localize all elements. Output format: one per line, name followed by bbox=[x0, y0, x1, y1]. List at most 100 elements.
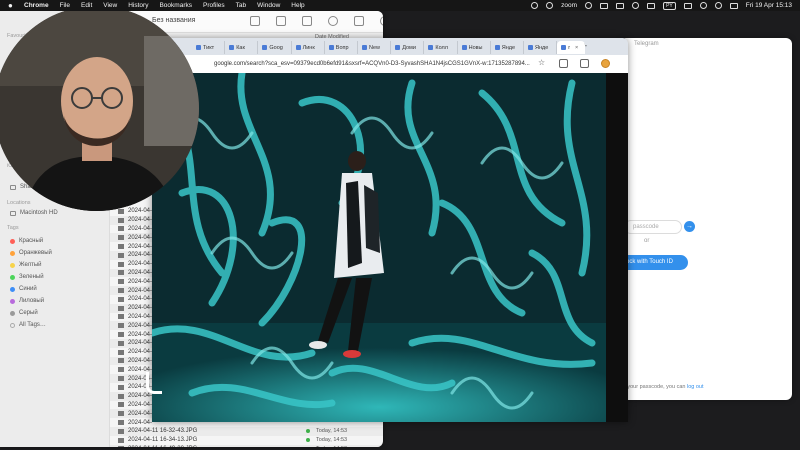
clock[interactable]: Fri 19 Apr 15:13 bbox=[746, 2, 792, 9]
menu-bookmarks[interactable]: Bookmarks bbox=[159, 2, 192, 9]
telegram-window: Telegram passcode → or ock with Touch ID… bbox=[620, 38, 792, 400]
browser-tab[interactable]: Линк bbox=[292, 41, 325, 54]
tab-favicon-icon bbox=[328, 45, 334, 50]
file-name: 2024-04-11 16-34-13.JPG bbox=[128, 437, 198, 444]
tab-label: Линк bbox=[302, 44, 315, 51]
tag-label: Синий bbox=[19, 286, 37, 292]
image-thumbnail-icon bbox=[118, 358, 124, 364]
image-thumbnail-icon bbox=[118, 270, 124, 276]
tag-icon[interactable] bbox=[302, 16, 312, 26]
battery-icon[interactable] bbox=[647, 2, 656, 9]
sidebar-tag-item[interactable]: Красный bbox=[10, 238, 43, 244]
image-thumbnail-icon bbox=[118, 376, 124, 382]
sidebar-tag-item[interactable]: Зеленый bbox=[10, 274, 44, 280]
touch-id-button[interactable]: ock with Touch ID bbox=[620, 255, 688, 270]
image-thumbnail-icon bbox=[118, 393, 124, 399]
file-name: 2024-04- bbox=[128, 313, 153, 320]
file-name: 2024-04- bbox=[128, 340, 153, 347]
file-name: 2024-04- bbox=[128, 349, 153, 356]
menu-history[interactable]: History bbox=[128, 2, 148, 9]
window-icon[interactable] bbox=[600, 2, 609, 9]
browser-tab[interactable]: Новы bbox=[458, 41, 491, 54]
cloud-icon[interactable] bbox=[585, 2, 593, 9]
profile-avatar[interactable] bbox=[601, 59, 610, 68]
logout-link[interactable]: log out bbox=[687, 384, 704, 390]
tab-label: Новы bbox=[468, 44, 483, 51]
tab-label: Тикт bbox=[203, 44, 215, 51]
settings-icon[interactable] bbox=[632, 2, 640, 9]
record-icon[interactable] bbox=[531, 2, 539, 9]
browser-tab[interactable]: Как bbox=[225, 41, 259, 54]
control-center-icon[interactable] bbox=[729, 2, 738, 9]
tag-label: Оранжевый bbox=[19, 250, 52, 256]
menu-help[interactable]: Help bbox=[291, 2, 304, 9]
wifi-icon[interactable] bbox=[699, 2, 707, 9]
tab-strip: + ТиктКакGoogЛинкВопрNewДомиКоллНовыЯнде… bbox=[152, 38, 628, 55]
file-name: 2024-04- bbox=[128, 322, 153, 329]
file-name: 2024-04- bbox=[128, 410, 153, 417]
file-row[interactable]: 2024-04-11 16-32-43.JPG Today, 14:53 bbox=[110, 426, 383, 436]
sidebar-tag-item[interactable]: Серый bbox=[10, 310, 38, 316]
search-icon[interactable] bbox=[714, 2, 722, 9]
browser-tab[interactable]: New bbox=[358, 41, 392, 54]
dropbox-icon[interactable] bbox=[354, 16, 364, 26]
menu-tab[interactable]: Tab bbox=[236, 2, 246, 9]
download-icon[interactable] bbox=[580, 59, 589, 68]
sidebar-item-macintosh-hd[interactable]: Macintosh HD bbox=[10, 210, 58, 216]
submit-passcode-button[interactable]: → bbox=[684, 221, 695, 232]
browser-tab[interactable]: Доми bbox=[391, 41, 425, 54]
browser-tab[interactable]: Колл bbox=[424, 41, 458, 54]
close-tab-icon[interactable]: × bbox=[575, 45, 578, 51]
sidebar-tag-item[interactable]: Лиловый bbox=[10, 298, 44, 304]
menu-app[interactable]: Chrome bbox=[24, 2, 49, 9]
address-bar-row: google.com/search?sca_esv=09379ecd0b6efd… bbox=[152, 55, 628, 73]
image-thumbnail-icon bbox=[118, 305, 124, 311]
tab-label: Вопр bbox=[335, 44, 349, 51]
stop-icon[interactable] bbox=[616, 2, 625, 9]
browser-tab[interactable]: Янде bbox=[524, 41, 558, 54]
synced-icon bbox=[306, 437, 310, 442]
view-grid-icon[interactable] bbox=[250, 16, 260, 26]
browser-tab[interactable]: Янде bbox=[491, 41, 524, 54]
file-name: 2024-04- bbox=[128, 208, 153, 215]
share-icon[interactable] bbox=[276, 16, 286, 26]
menu-edit[interactable]: Edit bbox=[81, 2, 92, 9]
browser-tab[interactable]: Вопр bbox=[325, 41, 358, 54]
url-field[interactable]: google.com/search?sca_esv=09379ecd0b6efd… bbox=[214, 58, 540, 70]
sidebar-tag-item[interactable]: Оранжевый bbox=[10, 250, 52, 256]
image-thumbnail-icon bbox=[118, 402, 124, 408]
sidebar-tag-item[interactable]: Желтый bbox=[10, 262, 42, 268]
sidebar-tag-item[interactable]: All Tags… bbox=[10, 322, 46, 328]
image-thumbnail-icon bbox=[118, 296, 124, 302]
zoom-status[interactable]: zoom bbox=[561, 2, 577, 9]
window-title: Telegram bbox=[634, 41, 659, 47]
apple-icon[interactable]: ● bbox=[8, 1, 18, 10]
file-row[interactable]: 2024-04-11 16-49-20.JPG Today, 14:53 bbox=[110, 444, 383, 447]
sidebar-section-tags: Tags bbox=[7, 225, 19, 231]
extensions-icon[interactable] bbox=[559, 59, 568, 68]
menu-profiles[interactable]: Profiles bbox=[203, 2, 225, 9]
browser-tab[interactable]: Тикт bbox=[192, 41, 226, 54]
bookmark-star-icon[interactable]: ☆ bbox=[538, 59, 547, 68]
menu-view[interactable]: View bbox=[103, 2, 117, 9]
tag-label: Красный bbox=[19, 238, 44, 244]
tag-color-dot bbox=[10, 274, 15, 280]
browser-tab[interactable]: Goog bbox=[258, 41, 292, 54]
search-icon[interactable] bbox=[380, 16, 383, 26]
screen-share-icon[interactable] bbox=[546, 2, 554, 9]
webcam-overlay[interactable] bbox=[0, 6, 199, 211]
bluetooth-icon[interactable] bbox=[683, 2, 692, 9]
file-row[interactable]: 2024-04-11 16-34-13.JPG Today, 14:53 bbox=[110, 436, 383, 445]
more-icon[interactable] bbox=[328, 16, 338, 26]
file-name: 2024-04- bbox=[128, 278, 153, 285]
sidebar-tag-item[interactable]: Синий bbox=[10, 286, 37, 292]
file-name: 2024-04- bbox=[128, 261, 153, 268]
menu-window[interactable]: Window bbox=[257, 2, 280, 9]
file-name: 2024-04- bbox=[128, 357, 153, 364]
image-thumbnail-icon bbox=[118, 349, 124, 355]
keyboard-layout-badge[interactable]: PY bbox=[663, 1, 676, 10]
tab-label: Колл bbox=[435, 44, 448, 51]
menu-file[interactable]: File bbox=[60, 2, 70, 9]
browser-tab[interactable]: r × bbox=[557, 41, 586, 54]
passcode-input[interactable]: passcode bbox=[624, 220, 682, 234]
